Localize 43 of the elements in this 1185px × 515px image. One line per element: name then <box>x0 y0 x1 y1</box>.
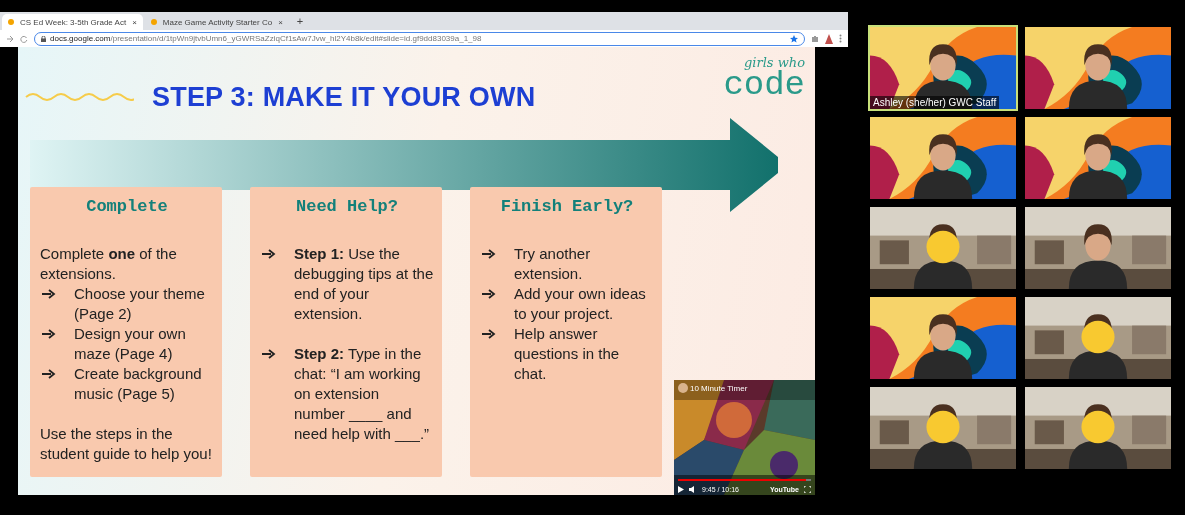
avatar-icon[interactable] <box>825 33 833 44</box>
bullet-text: Try another extension. <box>514 244 592 284</box>
column-heading: Complete <box>85 197 169 216</box>
arrow-icon <box>482 289 496 299</box>
star-icon[interactable] <box>790 34 798 43</box>
bullet-text: Create background music (Page 5) <box>74 364 203 404</box>
tab-favicon-icon <box>150 19 157 25</box>
video-tile[interactable]: Ashley (she/her) GWC Staff <box>868 25 1018 111</box>
tab-favicon-icon <box>8 19 14 25</box>
volume-icon[interactable] <box>689 486 697 493</box>
bullet-text: Add your own ideas to your project. <box>514 284 647 324</box>
arrow-icon <box>42 329 56 339</box>
bullet-text: Help answer questions in the chat. <box>514 324 621 384</box>
bullet-text: Design your own maze (Page 4) <box>74 324 187 364</box>
arrow-icon <box>262 249 276 259</box>
menu-icon[interactable] <box>839 34 842 43</box>
browser-tab[interactable]: CS Ed Week: 3-5th Grade Act × <box>2 14 143 30</box>
participant-name: Ashley (she/her) GWC Staff <box>870 96 1000 109</box>
video-title: 10 Minute Timer <box>690 384 748 393</box>
bullet-text: Step 2: Type in the chat: “I am working on extension number ____ and need help with ___.” <box>294 344 431 444</box>
bullet-text: Step 1: Use the debugging tips at the end of your extension. <box>294 244 434 324</box>
forward-icon[interactable] <box>6 34 14 43</box>
bullet-text: Choose your theme (Page 2) <box>74 284 206 324</box>
arrow-icon <box>42 369 56 379</box>
column-heading: Finish Early? <box>499 197 635 216</box>
arrow-icon <box>42 289 56 299</box>
tab-close-button[interactable]: × <box>278 17 283 27</box>
logo: girls who code <box>723 55 805 104</box>
tab-close-button[interactable]: × <box>132 17 137 27</box>
lock-icon <box>41 35 46 42</box>
arrow-icon <box>482 249 496 259</box>
paragraph: Use the steps in the student guide to help you! <box>40 424 213 464</box>
paragraph: Complete one of the extensions. <box>40 244 178 284</box>
new-tab-button[interactable]: + <box>290 15 310 27</box>
browser-tab[interactable]: Maze Game Activity Starter Co × <box>144 14 289 30</box>
extension-icon[interactable] <box>811 34 819 43</box>
column-heading: Need Help? <box>295 197 399 216</box>
channel-avatar-icon <box>678 383 688 393</box>
arrow-icon <box>482 329 496 339</box>
fullscreen-icon[interactable] <box>804 486 811 493</box>
arrow-icon <box>262 349 276 359</box>
play-icon[interactable] <box>678 486 684 493</box>
slide-title: STEP 3: MAKE IT YOUR OWN <box>152 81 536 113</box>
